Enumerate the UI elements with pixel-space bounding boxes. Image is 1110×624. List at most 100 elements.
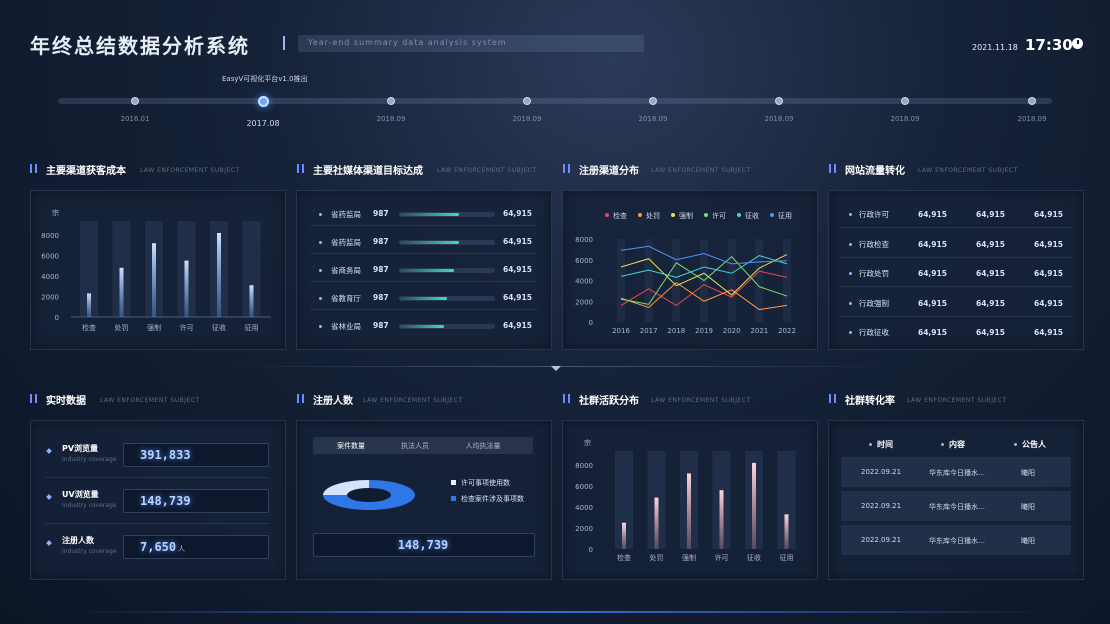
- timeline-point[interactable]: [523, 97, 531, 105]
- metric-label: 注册人数: [62, 536, 94, 545]
- target-count: 987: [373, 321, 389, 330]
- registration-donut-chart: [323, 480, 415, 510]
- legend-label-check: 检查案件涉及事项数: [461, 495, 524, 503]
- y-tick-label: 6000: [41, 253, 59, 261]
- bar-检查: [622, 522, 626, 549]
- bullet-icon: [46, 494, 52, 500]
- row-divider: [45, 477, 269, 478]
- bullet-icon: [869, 443, 872, 446]
- section-marker-icon: [563, 164, 570, 173]
- x-tick-label: 2020: [723, 327, 741, 335]
- section-subtitle: LAW ENFORCEMENT SUBJECT: [100, 397, 200, 404]
- x-tick-label: 检查: [617, 553, 631, 562]
- x-tick-label: 2019: [695, 327, 713, 335]
- traffic-name: 行政强制: [859, 298, 889, 308]
- column-band: [783, 239, 791, 322]
- legend-label: 强制: [679, 211, 693, 220]
- legend-label: 检查: [613, 211, 627, 220]
- x-tick-label: 处罚: [115, 323, 129, 332]
- x-tick-label: 征收: [212, 323, 226, 332]
- x-tick-label: 许可: [715, 553, 729, 562]
- timeline-note: EasyV可视化平台v1.0推出: [222, 75, 308, 83]
- section-marker-icon: [297, 164, 304, 173]
- section-title-traffic: 网站流量转化: [845, 166, 905, 177]
- bar-处罚: [654, 497, 659, 549]
- section-marker-icon: [563, 394, 570, 403]
- timeline-point[interactable]: [1028, 97, 1036, 105]
- x-tick-label: 2017: [640, 327, 658, 335]
- timeline-point[interactable]: [257, 95, 269, 107]
- target-count: 987: [373, 209, 389, 218]
- timeline-label: 2016.01: [120, 115, 150, 123]
- tab-1[interactable]: 执法人员: [380, 441, 450, 451]
- timeline-label: 2018.09: [890, 115, 920, 123]
- y-tick-label: 6000: [575, 483, 593, 491]
- legend-label: 征用: [778, 211, 792, 220]
- y-tick-label: 2000: [575, 298, 593, 306]
- bar-征收: [217, 232, 221, 317]
- timeline-point[interactable]: [901, 97, 909, 105]
- traffic-name: 行政检查: [859, 239, 889, 249]
- y-tick-label: 0: [55, 314, 59, 322]
- timeline-point[interactable]: [649, 97, 657, 105]
- y-tick-label: 8000: [575, 236, 593, 244]
- progress-fill: [399, 269, 454, 272]
- x-tick-label: 强制: [682, 553, 696, 562]
- metric-sublabel: Industry coverage: [62, 456, 117, 463]
- bullet-icon: [849, 301, 852, 305]
- row-time: 2022.09.21: [861, 502, 902, 510]
- traffic-value: 64,915: [918, 269, 947, 278]
- column-band: [644, 239, 653, 322]
- timeline-point[interactable]: [131, 97, 139, 105]
- column-header: 时间: [877, 440, 893, 449]
- legend-label: 征收: [745, 211, 759, 220]
- row-divider: [311, 225, 537, 226]
- registration-channels-chart: 检查 处罚 强制 许可 征收 征用 8000 6000 4000 2000 0 2016 2017 201…: [575, 211, 796, 335]
- target-count: 987: [373, 237, 389, 246]
- row-divider: [839, 227, 1073, 228]
- bullet-icon: [849, 213, 852, 216]
- target-name: 省商务局: [331, 266, 361, 275]
- timeline-point[interactable]: [387, 97, 395, 105]
- legend-swatch-check: [451, 496, 456, 501]
- tab-0[interactable]: 案件数量: [316, 441, 386, 451]
- row-divider: [45, 523, 269, 524]
- row-divider: [311, 253, 537, 254]
- timeline-label: 2018.09: [764, 115, 794, 123]
- timeline-point[interactable]: [775, 97, 783, 105]
- section-title-acquisition-cost: 主要渠道获客成本: [46, 166, 126, 177]
- x-tick-label: 检查: [82, 323, 96, 332]
- section-title-realtime: 实时数据: [46, 396, 86, 407]
- clock-icon: [1072, 38, 1083, 49]
- row-divider: [839, 286, 1073, 287]
- page-subtitle: Year-end summary data analysis system: [308, 38, 507, 47]
- traffic-value: 64,915: [976, 298, 1005, 308]
- traffic-value: 64,915: [918, 210, 947, 219]
- row-time: 2022.09.21: [861, 468, 902, 476]
- registration-total: 148,739: [397, 538, 449, 552]
- target-name: 省教育厅: [331, 294, 361, 303]
- x-tick-label: 强制: [147, 323, 161, 332]
- y-tick-label: 4000: [41, 273, 59, 281]
- traffic-value: 64,915: [1034, 298, 1063, 308]
- y-tick-label: 2000: [575, 525, 593, 533]
- y-tick-label: 6000: [575, 257, 593, 265]
- timeline-label: 2017.08: [246, 119, 280, 128]
- traffic-value: 64,915: [1034, 269, 1063, 278]
- progress-fill: [399, 297, 447, 300]
- traffic-value: 64,915: [976, 269, 1005, 278]
- registration-channels-panel: 检查 处罚 强制 许可 征收 征用 8000 6000 4000 2000 0 2016 2017 201…: [562, 190, 818, 350]
- row-time: 2022.09.21: [861, 536, 902, 544]
- timeline-label: 2018.09: [638, 115, 668, 123]
- x-tick-label: 处罚: [650, 553, 664, 562]
- bar-检查: [87, 293, 91, 317]
- current-date: 2021.11.18: [972, 43, 1018, 52]
- target-count: 987: [373, 265, 389, 274]
- section-title-conversion: 社群转化率: [845, 396, 895, 407]
- legend-dot: [605, 213, 609, 217]
- bar-许可: [184, 260, 189, 317]
- target-value: 64,915: [503, 293, 532, 302]
- timeline-label: 2018.09: [512, 115, 542, 123]
- section-subtitle: LAW ENFORCEMENT SUBJECT: [140, 167, 240, 174]
- tab-2[interactable]: 人均执法量: [448, 441, 518, 451]
